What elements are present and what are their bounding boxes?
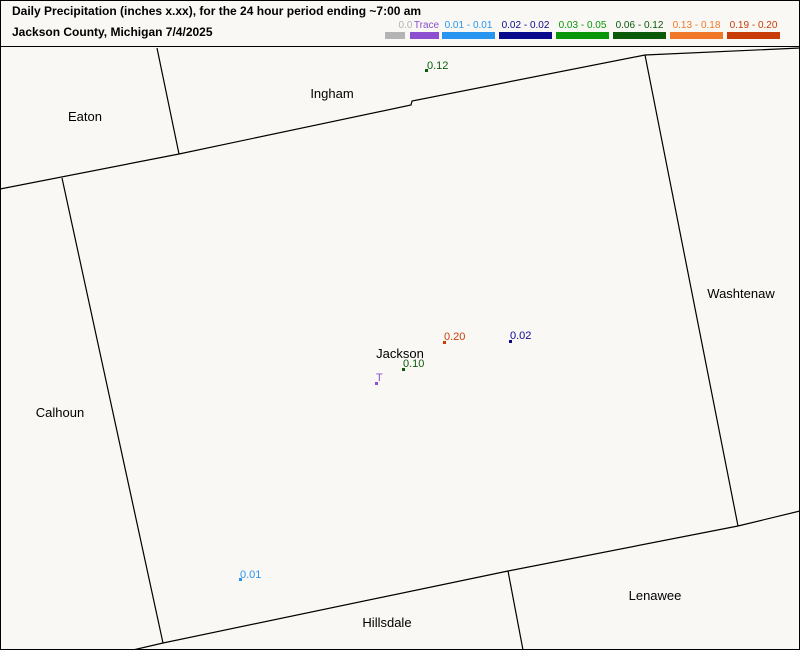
station-obs-0-01[interactable]: 0.01 — [239, 569, 261, 581]
legend-label: 0.03 - 0.05 — [558, 20, 607, 31]
county-label-hillsdale: Hillsdale — [362, 615, 411, 630]
county-label-washtenaw: Washtenaw — [707, 286, 775, 301]
county-label-ingham: Ingham — [310, 86, 353, 101]
station-obs-0-10[interactable]: 0.10 — [402, 358, 424, 371]
station-obs-0-02[interactable]: 0.02 — [509, 330, 531, 343]
legend-swatch — [727, 32, 780, 39]
station-value: 0.10 — [403, 358, 424, 370]
boundary-hillsdale-lenawee — [507, 570, 524, 650]
county-label-eaton: Eaton — [68, 109, 102, 124]
station-value: 0.01 — [240, 569, 261, 581]
legend-label: 0.06 - 0.12 — [615, 20, 664, 31]
county-label-calhoun: Calhoun — [36, 405, 84, 420]
legend-item-0-02: 0.02 - 0.02 — [499, 20, 552, 39]
legend-item-0-01: 0.01 - 0.01 — [442, 20, 495, 39]
legend-item-0-19-0-20: 0.19 - 0.20 — [727, 20, 780, 39]
legend-swatch — [613, 32, 666, 39]
station-obs-trace[interactable]: T — [375, 372, 383, 385]
legend-swatch — [442, 32, 495, 39]
legend-label: 0.19 - 0.20 — [729, 20, 778, 31]
boundary-south-jackson — [132, 510, 800, 650]
legend-label: 0.13 - 0.18 — [672, 20, 721, 31]
legend-item-0-13-0-18: 0.13 - 0.18 — [670, 20, 723, 39]
boundary-north-jackson — [0, 47, 800, 190]
legend-swatch — [556, 32, 609, 39]
legend-swatch — [670, 32, 723, 39]
legend-item-0-06-0-12: 0.06 - 0.12 — [613, 20, 666, 39]
station-value: T — [376, 372, 383, 384]
header: Daily Precipitation (inches x.xx), for t… — [0, 0, 800, 47]
station-value: 0.02 — [510, 330, 531, 342]
legend-label: 0.02 - 0.02 — [501, 20, 550, 31]
station-value: 0.12 — [427, 60, 448, 72]
map-frame: Daily Precipitation (inches x.xx), for t… — [0, 0, 800, 650]
legend: 0.0 Trace 0.01 - 0.01 0.02 - 0.02 0.03 -… — [0, 0, 800, 47]
station-obs-0-20[interactable]: 0.20 — [443, 331, 465, 344]
legend-swatch — [499, 32, 552, 39]
county-map[interactable]: Eaton Ingham Washtenaw Jackson Calhoun H… — [0, 47, 800, 650]
legend-swatch — [410, 32, 439, 39]
boundary-eaton-ingham — [156, 47, 180, 155]
station-obs-0-12[interactable]: 0.12 — [425, 60, 448, 72]
legend-item-0-03-0-05: 0.03 - 0.05 — [556, 20, 609, 39]
county-label-lenawee: Lenawee — [629, 588, 682, 603]
legend-label: 0.01 - 0.01 — [444, 20, 493, 31]
station-value: 0.20 — [444, 331, 465, 343]
